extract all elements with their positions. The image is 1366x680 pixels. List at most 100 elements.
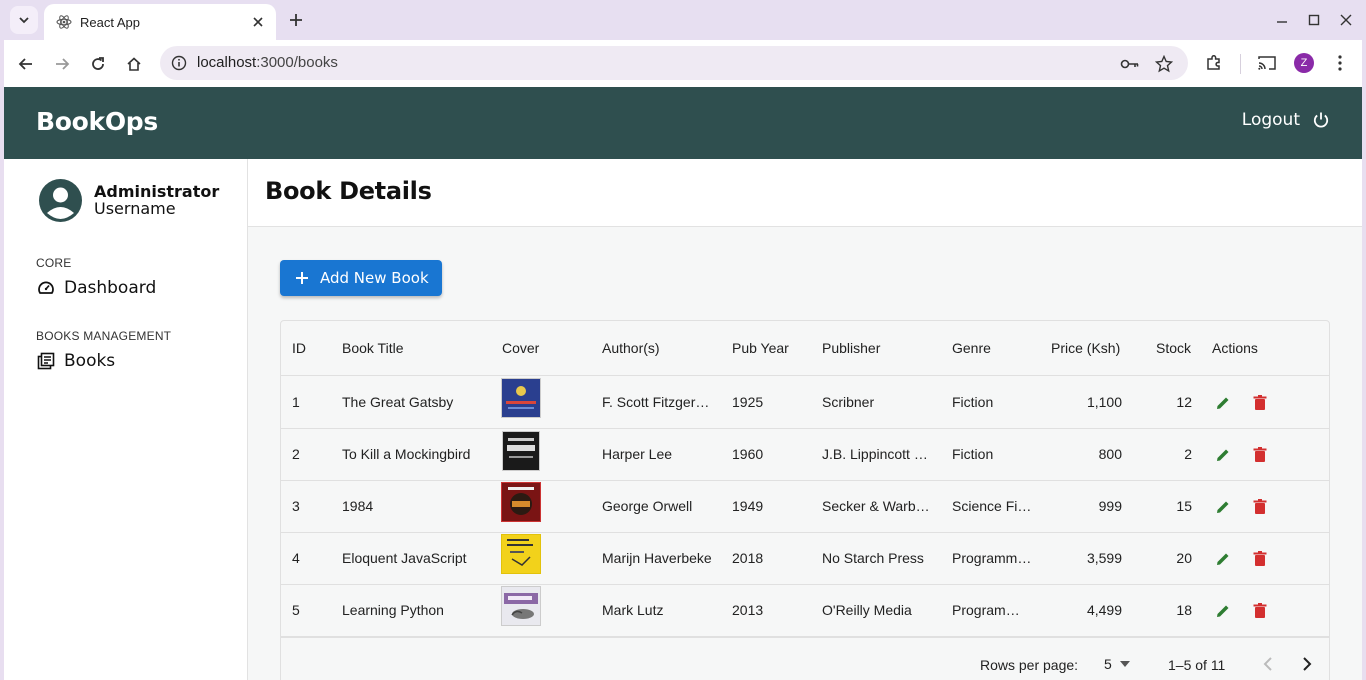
column-header-title[interactable]: Book Title [342,340,403,356]
delete-icon[interactable] [1250,601,1270,621]
cell-publisher: Scribner [822,394,875,410]
brand-logo[interactable]: BookOps [36,107,158,136]
cell-genre: Programming [952,602,1024,618]
column-header-publisher[interactable]: Publisher [822,340,880,356]
home-button[interactable] [120,50,148,78]
column-header-id[interactable]: ID [292,340,306,356]
sidebar-item-dashboard[interactable]: Dashboard [36,278,156,298]
edit-icon[interactable] [1213,549,1233,569]
edit-icon[interactable] [1213,497,1233,517]
app-root: BookOps Logout Administrator Username CO… [4,87,1362,680]
delete-icon[interactable] [1250,393,1270,413]
page-title: Book Details [265,177,432,205]
next-page-button[interactable] [1295,652,1319,676]
url-text: localhost:3000/books [197,54,338,71]
tab-title: React App [80,14,140,30]
delete-icon[interactable] [1250,549,1270,569]
cell-author: Marijn Haverbeke [602,550,712,566]
column-header-cover[interactable]: Cover [502,340,539,356]
column-header-stock[interactable]: Stock [1156,340,1191,356]
edit-icon[interactable] [1213,445,1233,465]
cell-id: 5 [292,602,300,618]
cell-year: 1925 [732,394,764,410]
section-label-books-management: BOOKS MANAGEMENT [36,329,172,343]
user-name: Username [94,199,176,218]
previous-page-button[interactable] [1256,652,1280,676]
reload-icon [92,57,104,70]
kebab-menu-icon[interactable] [1328,51,1352,75]
main-content: Book Details Add New Book ID Book Title … [248,159,1362,680]
site-info-icon[interactable] [168,52,190,74]
cell-title: The Great Gatsby [342,394,454,410]
browser-tabbar: React App [0,0,1366,40]
close-icon [1340,14,1352,26]
cell-id: 1 [292,394,300,410]
reload-button[interactable] [84,50,112,78]
cast-icon[interactable] [1255,51,1279,75]
toolbar-divider [1240,54,1241,74]
logout-button[interactable]: Logout [1242,109,1332,131]
cell-genre: Programming [952,550,1032,566]
address-bar[interactable]: localhost:3000/books [160,46,1188,80]
tab-close-icon[interactable] [250,14,266,30]
tab-search-button[interactable] [10,6,38,34]
browser-tab[interactable]: React App [44,4,276,40]
add-new-book-button[interactable]: Add New Book [280,260,442,296]
page-header: Book Details [248,159,1362,227]
new-tab-button[interactable] [284,8,308,32]
chevron-left-icon [1263,657,1272,671]
home-icon [127,57,141,71]
delete-icon[interactable] [1250,497,1270,517]
cell-id: 3 [292,498,300,514]
speedometer-icon [36,278,56,298]
cell-publisher: Secker & Warburg [822,498,934,514]
edit-icon[interactable] [1213,601,1233,621]
cell-price: 999 [1098,498,1122,514]
cell-title: Learning Python [342,602,444,618]
cell-author: George Orwell [602,498,693,514]
section-label-core: CORE [36,256,72,270]
cell-title: Eloquent JavaScript [342,550,467,566]
cell-id: 2 [292,446,300,462]
book-cover-image [502,431,540,471]
sidebar-item-label: Books [64,351,116,371]
cell-price: 800 [1098,446,1122,462]
cell-year: 2013 [732,602,764,618]
extensions-puzzle-icon[interactable] [1202,51,1226,75]
caret-down-icon [1119,661,1130,667]
sidebar-item-books[interactable]: Books [36,351,115,371]
cell-title: 1984 [342,498,374,514]
cell-author: Harper Lee [602,446,673,462]
cell-price: 3,599 [1086,550,1122,566]
cell-year: 1949 [732,498,764,514]
back-button[interactable] [12,50,40,78]
cell-stock: 12 [1176,394,1192,410]
close-window-button[interactable] [1334,8,1358,32]
delete-icon[interactable] [1250,445,1270,465]
pagination-range: 1–5 of 11 [1168,657,1226,673]
library-books-icon [36,351,56,371]
rows-per-page-select[interactable]: 5 [1104,656,1130,672]
table-pagination: Rows per page: 5 1–5 of 11 [281,637,1329,680]
cell-genre: Fiction [952,394,994,410]
cell-author: F. Scott Fitzgerald [602,394,714,410]
forward-button[interactable] [48,50,76,78]
column-header-authors[interactable]: Author(s) [602,340,660,356]
chevron-right-icon [1303,657,1312,671]
table-row: 1 The Great Gatsby F. Scott Fitzgerald 1… [281,377,1329,429]
sidebar: Administrator Username CORE Dashboard BO… [4,159,248,680]
plus-icon [290,14,302,26]
column-header-price[interactable]: Price (Ksh) [1051,340,1120,356]
password-key-icon[interactable] [1118,52,1142,76]
cell-stock: 2 [1184,446,1192,462]
profile-avatar[interactable]: Z [1294,53,1314,73]
table-row: 2 To Kill a Mockingbird Harper Lee 1960 … [281,429,1329,481]
minimize-button[interactable] [1270,8,1294,32]
maximize-button[interactable] [1302,8,1326,32]
column-header-pub-year[interactable]: Pub Year [732,340,789,356]
column-header-genre[interactable]: Genre [952,340,991,356]
edit-icon[interactable] [1213,393,1233,413]
url-path: :3000/books [256,54,338,71]
bookmark-star-icon[interactable] [1152,52,1176,76]
add-button-label: Add New Book [320,269,429,287]
